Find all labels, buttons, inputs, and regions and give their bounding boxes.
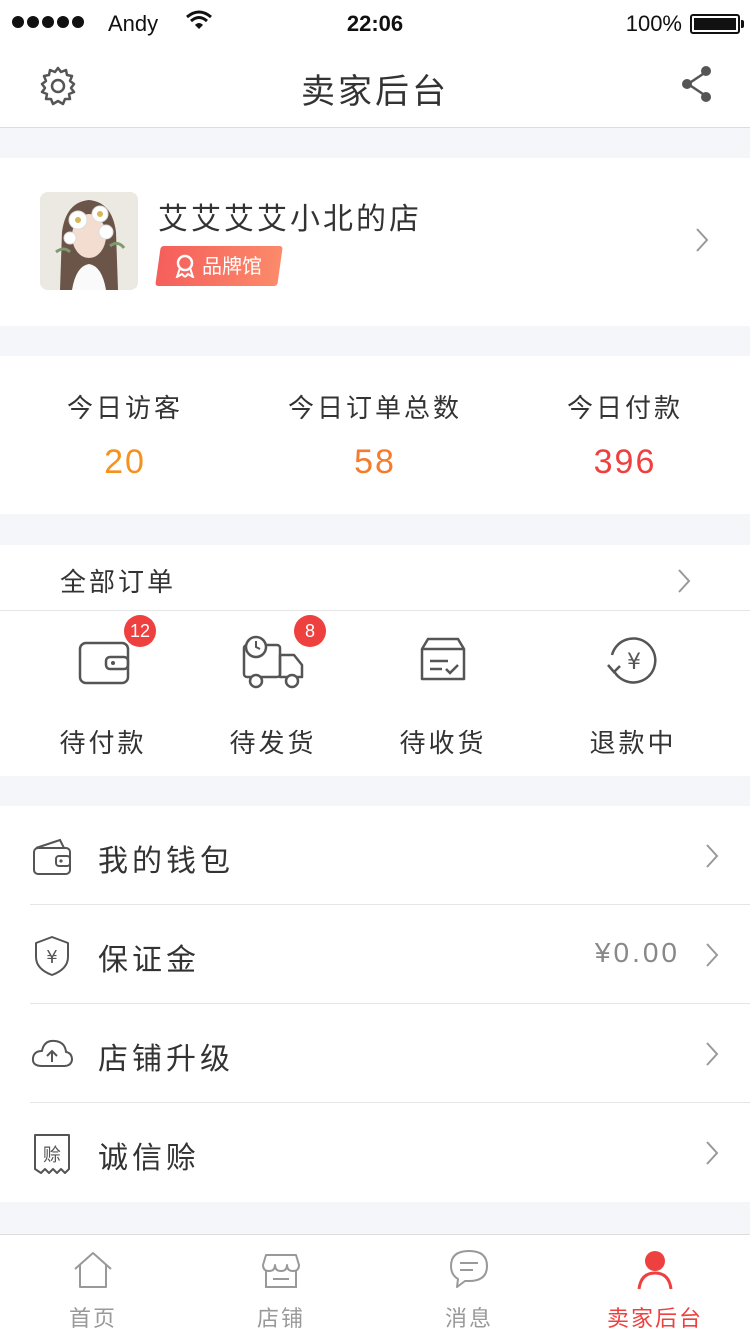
menu-label: 店铺升级 (98, 1042, 234, 1077)
credit-icon: 赊 (34, 1134, 70, 1174)
brand-badge: 品牌馆 (155, 246, 283, 286)
person-icon (637, 1251, 673, 1290)
stat-label: 今日付款 (566, 394, 683, 424)
tab-label: 消息 (444, 1307, 493, 1332)
menu-label: 我的钱包 (98, 844, 234, 879)
tab-messages[interactable]: 消息 (394, 1247, 544, 1333)
tab-label: 卖家后台 (606, 1307, 703, 1332)
chevron-right-icon (706, 1141, 719, 1165)
order-count-badge: 8 (294, 615, 326, 647)
home-icon (74, 1252, 112, 1288)
today-stats: 今日访客 20 今日订单总数 58 今日付款 396 (0, 356, 750, 514)
menu-item-credit[interactable]: 赊 诚信赊 (0, 1103, 750, 1202)
shop-name: 艾艾艾艾小北的店 (158, 202, 422, 237)
award-icon (175, 254, 195, 278)
tab-store[interactable]: 店铺 (206, 1247, 356, 1333)
chevron-right-icon (706, 844, 719, 868)
page-title: 卖家后台 (301, 72, 449, 112)
refund-icon: ¥ (607, 637, 657, 684)
order-count-badge: 12 (123, 615, 156, 647)
order-pending-payment[interactable]: 12 待付款 (18, 615, 188, 760)
stat-value: 20 (104, 443, 146, 481)
svg-text:赊: 赊 (43, 1145, 61, 1166)
order-pending-shipment[interactable]: 8 待发货 (188, 615, 358, 760)
order-refunding[interactable]: ¥ 退款中 (548, 625, 718, 760)
settings-menu: 我的钱包 ¥ 保证金 ¥0.00 店铺升级 赊 诚信赊 (0, 806, 750, 1202)
tab-label: 首页 (68, 1307, 117, 1332)
battery-percent: 100% (625, 11, 682, 36)
wallet-icon (33, 838, 71, 875)
all-orders-label: 全部订单 (60, 568, 177, 598)
menu-item-deposit[interactable]: ¥ 保证金 ¥0.00 (0, 905, 750, 1004)
order-label: 退款中 (589, 729, 677, 759)
order-pending-receipt[interactable]: 待收货 (358, 625, 528, 760)
stat-visitors: 今日访客 20 (0, 388, 250, 482)
battery-icon (690, 14, 744, 34)
navbar: 卖家后台 (0, 46, 750, 128)
menu-label: 诚信赊 (98, 1141, 200, 1176)
tab-label: 店铺 (256, 1307, 305, 1332)
cloud-upload-icon (31, 1039, 73, 1067)
stat-orders: 今日订单总数 58 (250, 388, 500, 482)
store-icon (262, 1254, 300, 1288)
shield-yen-icon: ¥ (35, 936, 69, 976)
chevron-right-icon (706, 943, 719, 967)
orders-section: 全部订单 12 待付款 8 待发货 待收货 ¥ 退款中 (0, 545, 750, 776)
svg-text:¥: ¥ (627, 650, 641, 675)
order-label: 待发货 (229, 729, 317, 759)
stat-payments: 今日付款 396 (500, 388, 750, 482)
tab-seller-dashboard[interactable]: 卖家后台 (580, 1247, 730, 1333)
shop-avatar (40, 192, 138, 290)
tab-bar: 首页 店铺 消息 卖家后台 (0, 1234, 750, 1334)
stat-value: 396 (593, 443, 657, 481)
menu-item-upgrade[interactable]: 店铺升级 (0, 1004, 750, 1103)
order-label: 待收货 (399, 729, 487, 759)
stat-label: 今日访客 (66, 394, 183, 424)
chevron-right-icon (696, 228, 709, 252)
order-label: 待付款 (59, 729, 147, 759)
stat-label: 今日订单总数 (287, 394, 462, 424)
message-icon (450, 1250, 488, 1288)
brand-badge-label: 品牌馆 (202, 254, 262, 278)
shop-card[interactable]: 艾艾艾艾小北的店 品牌馆 (0, 158, 750, 326)
menu-item-wallet[interactable]: 我的钱包 (0, 806, 750, 905)
tab-home[interactable]: 首页 (18, 1247, 168, 1333)
all-orders-row[interactable]: 全部订单 (0, 545, 750, 611)
menu-label: 保证金 (98, 943, 200, 978)
deposit-amount: ¥0.00 (594, 937, 680, 968)
chevron-right-icon (706, 1042, 719, 1066)
stat-value: 58 (354, 443, 396, 481)
package-icon (420, 637, 466, 681)
share-icon[interactable] (680, 64, 714, 104)
chevron-right-icon (678, 569, 691, 593)
status-bar: Andy 22:06 100% (0, 0, 750, 46)
svg-text:¥: ¥ (46, 947, 57, 968)
